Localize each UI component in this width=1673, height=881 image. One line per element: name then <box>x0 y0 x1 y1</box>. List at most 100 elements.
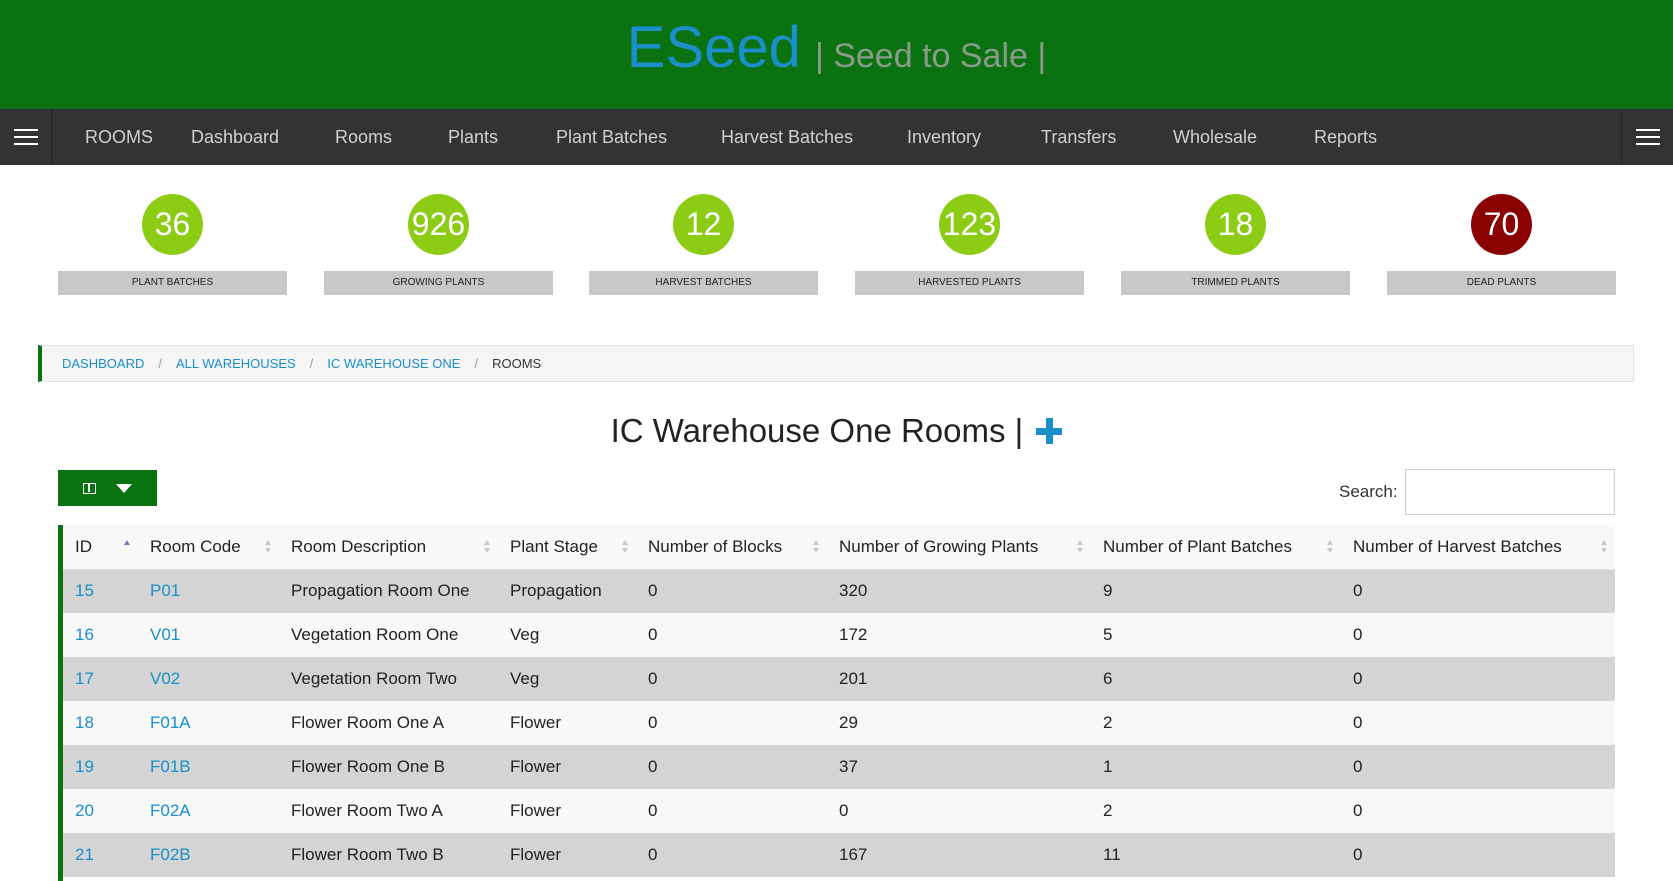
room-id-link[interactable]: 16 <box>63 613 138 657</box>
nav-item-wholesale[interactable]: Wholesale <box>1173 109 1257 165</box>
plant-stage: Propagation <box>498 569 636 613</box>
sort-asc-icon <box>124 540 130 554</box>
page-title: IC Warehouse One Rooms | <box>610 412 1024 449</box>
column-header[interactable]: ID <box>63 525 138 570</box>
number-of-plant-batches: 1 <box>1091 745 1341 789</box>
room-id-link[interactable]: 20 <box>63 789 138 833</box>
room-description: Vegetation Room Two <box>279 657 498 701</box>
table-row: 15 P01 Propagation Room One Propagation … <box>63 569 1615 613</box>
column-header-label: Plant Stage <box>510 536 598 556</box>
breadcrumb-active: ROOMS <box>492 356 542 371</box>
column-header-label: Number of Harvest Batches <box>1353 536 1562 556</box>
room-id-link[interactable]: 17 <box>63 657 138 701</box>
nav-item-harvest-batches[interactable]: Harvest Batches <box>721 109 853 165</box>
number-of-growing-plants: 201 <box>827 657 1091 701</box>
nav-section-title[interactable]: ROOMS <box>85 109 153 165</box>
hamburger-icon[interactable] <box>1621 109 1673 165</box>
column-header[interactable]: Number of Growing Plants <box>827 525 1091 570</box>
number-of-harvest-batches: 0 <box>1341 657 1615 701</box>
stat-dead-plants[interactable]: 70 DEAD PLANTS <box>1387 194 1616 295</box>
table-row: 20 F02A Flower Room Two A Flower 0 0 2 0 <box>63 789 1615 833</box>
nav-item-transfers[interactable]: Transfers <box>1041 109 1116 165</box>
brand: ESeed | Seed to Sale | <box>0 14 1673 81</box>
sort-icon <box>622 540 628 554</box>
room-code-link[interactable]: V02 <box>138 657 279 701</box>
room-code-link[interactable]: F01A <box>138 701 279 745</box>
room-id-link[interactable]: 21 <box>63 833 138 877</box>
breadcrumb-separator: / <box>158 356 162 371</box>
number-of-growing-plants: 320 <box>827 569 1091 613</box>
sort-icon <box>265 540 271 554</box>
nav-item-dashboard[interactable]: Dashboard <box>191 109 279 165</box>
brand-name[interactable]: ESeed <box>627 15 801 80</box>
hamburger-icon[interactable] <box>0 109 52 165</box>
room-description: Vegetation Room One <box>279 613 498 657</box>
search-input[interactable] <box>1405 469 1615 515</box>
number-of-harvest-batches: 0 <box>1341 569 1615 613</box>
navbar: ROOMS Dashboard Rooms Plants Plant Batch… <box>0 109 1673 165</box>
nav-item-plant-batches[interactable]: Plant Batches <box>556 109 667 165</box>
stat-value: 123 <box>939 194 1000 255</box>
room-code-link[interactable]: V01 <box>138 613 279 657</box>
number-of-blocks: 0 <box>636 657 827 701</box>
number-of-growing-plants: 37 <box>827 745 1091 789</box>
nav-item-rooms[interactable]: Rooms <box>335 109 392 165</box>
column-header-label: ID <box>75 536 92 556</box>
table-header-row: ID Room Code Room Description Plant Stag… <box>63 525 1615 570</box>
stat-label: HARVEST BATCHES <box>589 271 818 295</box>
column-header-label: Room Code <box>150 536 241 556</box>
column-header[interactable]: Room Description <box>279 525 498 570</box>
stat-value: 12 <box>673 194 734 255</box>
breadcrumb-all-warehouses[interactable]: ALL WAREHOUSES <box>176 356 296 371</box>
column-header[interactable]: Plant Stage <box>498 525 636 570</box>
nav-item-plants[interactable]: Plants <box>448 109 498 165</box>
number-of-harvest-batches: 0 <box>1341 613 1615 657</box>
number-of-harvest-batches: 0 <box>1341 789 1615 833</box>
table-row: 21 F02B Flower Room Two B Flower 0 167 1… <box>63 833 1615 877</box>
column-header[interactable]: Number of Blocks <box>636 525 827 570</box>
stat-plant-batches[interactable]: 36 PLANT BATCHES <box>58 194 287 295</box>
column-visibility-button[interactable] <box>58 470 157 506</box>
column-header[interactable]: Number of Plant Batches <box>1091 525 1341 570</box>
plant-stage: Veg <box>498 657 636 701</box>
stat-label: TRIMMED PLANTS <box>1121 271 1350 295</box>
room-code-link[interactable]: F01B <box>138 745 279 789</box>
nav-item-reports[interactable]: Reports <box>1314 109 1377 165</box>
stat-harvested-plants[interactable]: 123 HARVESTED PLANTS <box>855 194 1084 295</box>
stat-value: 18 <box>1205 194 1266 255</box>
room-description: Flower Room One B <box>279 745 498 789</box>
plant-stage: Flower <box>498 833 636 877</box>
sort-icon <box>1077 540 1083 554</box>
column-header-label: Room Description <box>291 536 427 556</box>
stat-label: PLANT BATCHES <box>58 271 287 295</box>
rooms-table: ID Room Code Room Description Plant Stag… <box>63 525 1615 877</box>
number-of-plant-batches: 2 <box>1091 701 1341 745</box>
room-code-link[interactable]: F02B <box>138 833 279 877</box>
column-header[interactable]: Number of Harvest Batches <box>1341 525 1615 570</box>
room-description: Flower Room Two B <box>279 833 498 877</box>
table-row: 19 F01B Flower Room One B Flower 0 37 1 … <box>63 745 1615 789</box>
column-header[interactable]: Room Code <box>138 525 279 570</box>
room-id-link[interactable]: 15 <box>63 569 138 613</box>
stat-trimmed-plants[interactable]: 18 TRIMMED PLANTS <box>1121 194 1350 295</box>
number-of-plant-batches: 5 <box>1091 613 1341 657</box>
number-of-blocks: 0 <box>636 613 827 657</box>
stat-growing-plants[interactable]: 926 GROWING PLANTS <box>324 194 553 295</box>
room-code-link[interactable]: F02A <box>138 789 279 833</box>
nav-item-inventory[interactable]: Inventory <box>907 109 981 165</box>
stat-harvest-batches[interactable]: 12 HARVEST BATCHES <box>589 194 818 295</box>
number-of-plant-batches: 6 <box>1091 657 1341 701</box>
number-of-blocks: 0 <box>636 701 827 745</box>
number-of-blocks: 0 <box>636 569 827 613</box>
room-description: Flower Room One A <box>279 701 498 745</box>
plus-icon[interactable] <box>1036 418 1063 444</box>
breadcrumb-ic-warehouse-one[interactable]: IC WAREHOUSE ONE <box>327 356 460 371</box>
number-of-harvest-batches: 0 <box>1341 701 1615 745</box>
sort-icon <box>813 540 819 554</box>
room-id-link[interactable]: 19 <box>63 745 138 789</box>
room-id-link[interactable]: 18 <box>63 701 138 745</box>
breadcrumb-dashboard[interactable]: DASHBOARD <box>62 356 144 371</box>
room-description: Flower Room Two A <box>279 789 498 833</box>
number-of-blocks: 0 <box>636 745 827 789</box>
room-code-link[interactable]: P01 <box>138 569 279 613</box>
